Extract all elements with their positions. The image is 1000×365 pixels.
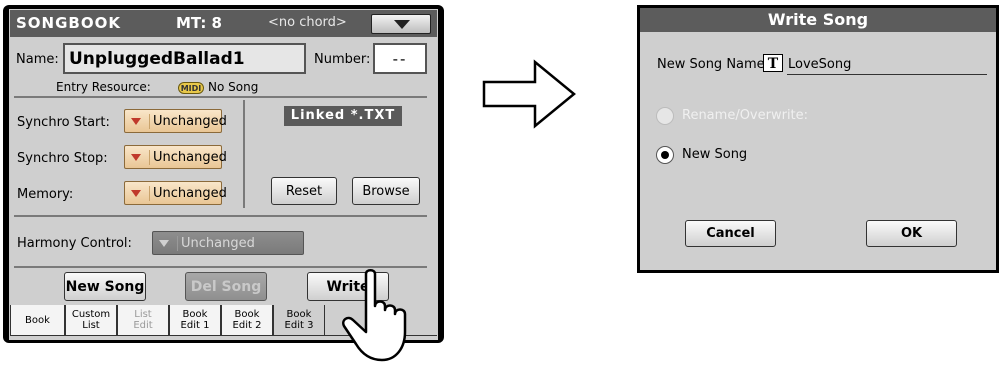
synchro-start-value: Unchanged xyxy=(149,114,227,129)
meter-readout: MT: 8 xyxy=(176,14,222,32)
tab-label: Edit 2 xyxy=(232,320,262,331)
tab-custom-list[interactable]: Custom List xyxy=(65,305,117,336)
chevron-down-icon xyxy=(131,190,141,197)
tab-label: Book xyxy=(182,309,208,320)
number-label: Number: xyxy=(314,52,371,67)
new-song-name-field[interactable]: LoveSong xyxy=(788,57,851,72)
song-number-field[interactable]: -- xyxy=(373,43,427,74)
synchro-stop-label: Synchro Stop: xyxy=(17,151,108,166)
synchro-start-label: Synchro Start: xyxy=(17,115,110,130)
entry-resource-label: Entry Resource: xyxy=(56,80,151,94)
memory-value: Unchanged xyxy=(149,186,227,201)
synchro-stop-value: Unchanged xyxy=(149,150,227,165)
new-song-button[interactable]: New Song xyxy=(64,272,146,301)
page-menu-button[interactable] xyxy=(371,14,431,34)
radio-selected-dot xyxy=(661,151,669,159)
ok-button[interactable]: OK xyxy=(866,220,957,247)
memory-label: Memory: xyxy=(17,187,74,202)
tab-label: Book xyxy=(234,309,260,320)
tab-list-edit: List Edit xyxy=(117,305,169,336)
song-name-field[interactable]: UnpluggedBallad1 xyxy=(63,43,306,74)
chevron-down-icon xyxy=(159,240,169,247)
tab-label: Book xyxy=(25,315,50,326)
tab-label: Book xyxy=(286,309,312,320)
memory-dropdown[interactable]: Unchanged xyxy=(124,181,227,205)
new-song-name-label: New Song Name: xyxy=(657,57,770,72)
browse-button[interactable]: Browse xyxy=(352,177,420,205)
text-edit-icon[interactable]: T xyxy=(763,54,783,72)
cancel-button[interactable]: Cancel xyxy=(685,220,776,247)
midi-badge: MIDI xyxy=(178,82,204,94)
dialog-title: Write Song xyxy=(640,8,996,32)
divider xyxy=(14,96,427,98)
harmony-control-dropdown: Unchanged xyxy=(152,231,304,255)
synchro-stop-dropdown[interactable]: Unchanged xyxy=(124,145,227,169)
chevron-down-icon xyxy=(394,20,410,29)
tab-label: Custom xyxy=(71,309,111,320)
rename-overwrite-label: Rename/Overwrite: xyxy=(682,108,809,123)
synchro-start-dropdown[interactable]: Unchanged xyxy=(124,109,227,133)
chevron-down-icon xyxy=(131,118,141,125)
songbook-header: SONGBOOK MT: 8 <no chord> xyxy=(10,10,437,37)
right-arrow-icon xyxy=(482,59,576,129)
tab-book-edit-3[interactable]: Book Edit 3 xyxy=(273,305,325,336)
entry-resource-value: No Song xyxy=(208,80,259,94)
tab-label: Edit 1 xyxy=(180,320,210,331)
rename-overwrite-radio xyxy=(656,107,674,125)
page-title: SONGBOOK xyxy=(16,14,121,32)
tab-label: List xyxy=(134,309,152,320)
vertical-divider xyxy=(243,100,245,208)
harmony-control-label: Harmony Control: xyxy=(17,236,132,251)
reset-button[interactable]: Reset xyxy=(271,177,337,205)
harmony-control-value: Unchanged xyxy=(177,236,255,251)
del-song-button: Del Song xyxy=(185,272,267,301)
tab-label: List xyxy=(82,320,100,331)
name-underline xyxy=(787,74,987,75)
hand-pointer-icon xyxy=(342,269,407,362)
name-label: Name: xyxy=(16,52,59,67)
chord-readout: <no chord> xyxy=(268,15,347,30)
divider xyxy=(14,215,427,217)
chevron-down-icon xyxy=(131,154,141,161)
tab-book-edit-2[interactable]: Book Edit 2 xyxy=(221,305,273,336)
tab-book[interactable]: Book xyxy=(10,305,65,336)
tab-book-edit-1[interactable]: Book Edit 1 xyxy=(169,305,221,336)
linked-txt-label: Linked *.TXT xyxy=(284,106,402,126)
tab-label: Edit 3 xyxy=(284,320,314,331)
tab-label: Edit xyxy=(133,320,153,331)
new-song-option-label: New Song xyxy=(682,147,748,162)
